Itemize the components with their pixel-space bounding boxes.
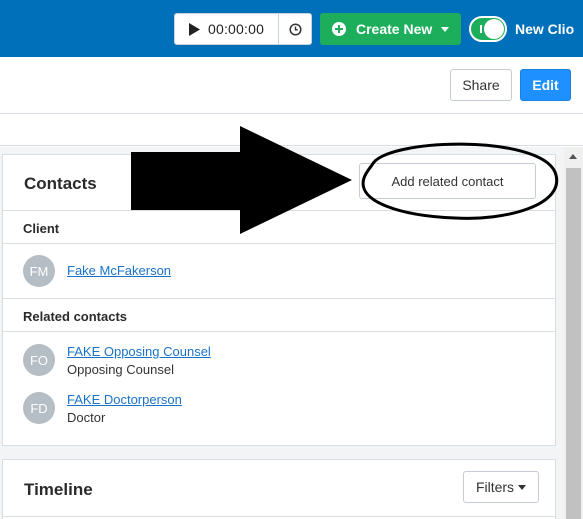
avatar: FD — [23, 392, 55, 424]
related-contact-role: Doctor — [67, 410, 106, 425]
avatar: FO — [23, 344, 55, 376]
divider — [3, 516, 555, 517]
filters-label: Filters — [475, 479, 515, 495]
plus-circle-icon — [332, 22, 346, 36]
clock-icon — [288, 22, 302, 36]
caret-down-icon — [518, 484, 527, 490]
timer-value: 00:00:00 — [208, 21, 265, 37]
top-bar: 00:00:00 Create New New Clio — [0, 0, 583, 57]
play-icon — [189, 22, 200, 36]
divider — [3, 298, 555, 299]
create-new-button[interactable]: Create New — [320, 13, 461, 45]
related-contact-role: Opposing Counsel — [67, 362, 174, 377]
related-contact-link[interactable]: FAKE Opposing Counsel — [67, 344, 211, 359]
filters-button[interactable]: Filters — [463, 471, 539, 503]
avatar: FM — [23, 255, 55, 287]
contacts-panel: Contacts Add related contact Client FM F… — [2, 154, 556, 446]
timeline-panel: Timeline Filters — [2, 459, 556, 519]
client-section-label: Client — [23, 221, 60, 236]
new-clio-toggle[interactable] — [469, 16, 507, 42]
scroll-up-arrow-icon[interactable] — [569, 154, 577, 159]
share-button[interactable]: Share — [450, 69, 512, 101]
divider — [3, 210, 555, 211]
client-contact-link[interactable]: Fake McFakerson — [67, 263, 171, 278]
divider — [3, 331, 555, 332]
related-contacts-section-label: Related contacts — [23, 309, 128, 324]
add-related-contact-button[interactable]: Add related contact — [359, 163, 536, 199]
toggle-on-indicator — [480, 25, 482, 33]
create-new-label: Create New — [356, 21, 433, 37]
new-clio-label: New Clio — [515, 21, 575, 37]
sub-header-strip — [0, 114, 583, 146]
edit-button[interactable]: Edit — [520, 69, 571, 101]
divider — [3, 243, 555, 244]
chevron-down-icon — [441, 26, 450, 32]
timeline-title: Timeline — [24, 480, 93, 499]
timer-play-button[interactable]: 00:00:00 — [175, 14, 279, 44]
related-contact-link[interactable]: FAKE Doctorperson — [67, 392, 182, 407]
action-bar: Share Edit — [0, 57, 583, 114]
timer-clock-button[interactable] — [279, 14, 311, 44]
scrollbar-thumb[interactable] — [566, 168, 581, 519]
toggle-knob — [484, 19, 504, 39]
timer-widget: 00:00:00 — [174, 13, 312, 45]
contacts-title: Contacts — [24, 174, 97, 193]
